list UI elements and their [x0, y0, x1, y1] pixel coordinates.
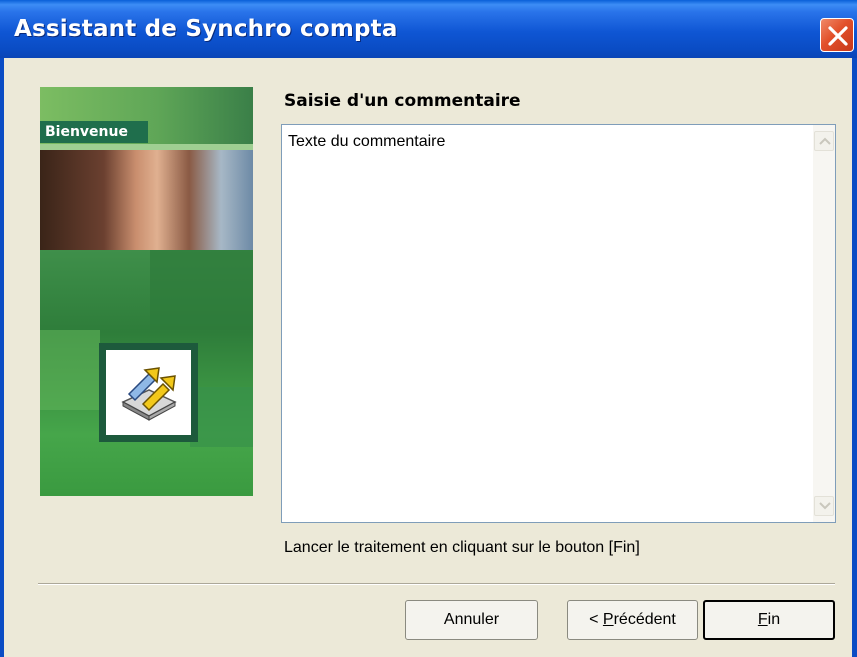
sync-icon-frame [99, 343, 198, 442]
cancel-button-label: Annuler [443, 611, 500, 628]
cancel-button[interactable]: Annuler [405, 600, 538, 640]
chevron-down-icon [819, 502, 831, 510]
window-frame-left [0, 58, 4, 657]
finish-button-mnemonic: F [757, 611, 768, 628]
previous-button-prefix: < [589, 611, 603, 628]
previous-button-label: récédent [613, 611, 676, 628]
window-frame-right [852, 58, 857, 657]
wizard-banner: Bienvenue [40, 87, 253, 496]
sync-documents-icon [121, 367, 177, 421]
comment-text[interactable]: Texte du commentaire [288, 133, 445, 151]
scroll-down-button[interactable] [814, 496, 834, 516]
banner-tile [150, 250, 253, 330]
previous-button[interactable]: < Précédent [567, 600, 698, 640]
chevron-up-icon [819, 137, 831, 145]
title-bar[interactable]: Assistant de Synchro compta [0, 0, 857, 58]
close-icon [828, 26, 848, 46]
textarea-scrollbar[interactable] [813, 125, 835, 522]
previous-button-mnemonic: P [602, 611, 614, 628]
finish-button-label: in [767, 611, 781, 628]
banner-welcome-label: Bienvenue [40, 121, 148, 143]
button-separator [38, 583, 835, 585]
window-title: Assistant de Synchro compta [14, 16, 398, 42]
banner-tile [40, 330, 100, 410]
finish-button[interactable]: Fin [703, 600, 835, 640]
close-button[interactable] [820, 18, 854, 52]
banner-tile [190, 387, 253, 447]
scroll-up-button[interactable] [814, 131, 834, 151]
comment-textarea[interactable]: Texte du commentaire [281, 124, 836, 523]
banner-photo [40, 150, 253, 250]
instruction-text: Lancer le traitement en cliquant sur le … [284, 539, 640, 556]
page-heading: Saisie d'un commentaire [284, 91, 521, 111]
